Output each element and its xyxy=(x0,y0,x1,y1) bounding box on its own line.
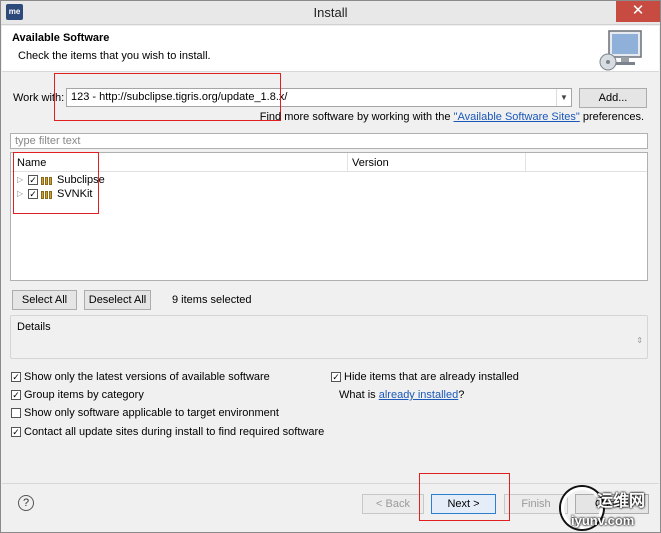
expand-arrow-icon[interactable]: ▷ xyxy=(17,189,23,198)
page-title: Available Software xyxy=(12,32,110,44)
available-sites-link[interactable]: "Available Software Sites" xyxy=(454,111,580,123)
contact-sites-checkbox[interactable]: ✓ xyxy=(11,427,21,437)
software-tree: Name Version ▷ ✓ Subclipse ▷ ✓ SVNKit xyxy=(10,152,648,281)
package-icon xyxy=(41,190,53,199)
option-label: Show only software applicable to target … xyxy=(24,407,279,419)
what-is-installed-text: What is already installed? xyxy=(339,389,464,401)
target-env-checkbox[interactable] xyxy=(11,408,21,418)
what-is-suffix: ? xyxy=(458,389,465,401)
help-icon[interactable]: ? xyxy=(18,495,34,511)
already-installed-link[interactable]: already installed xyxy=(379,389,459,401)
details-group: Details ⇕ xyxy=(10,315,648,359)
close-button[interactable]: ✕ xyxy=(616,1,660,22)
find-more-suffix: preferences. xyxy=(579,111,644,123)
scroll-arrows-icon[interactable]: ⇕ xyxy=(636,336,643,345)
column-name[interactable]: Name xyxy=(17,157,46,169)
window-title: Install xyxy=(313,5,348,20)
option-label: Hide items that are already installed xyxy=(344,371,519,383)
tree-item-label: SVNKit xyxy=(57,188,93,200)
add-site-button[interactable]: Add... xyxy=(579,88,647,108)
selection-count: 9 items selected xyxy=(172,294,252,306)
tree-item-label: Subclipse xyxy=(57,174,105,186)
deselect-all-button[interactable]: Deselect All xyxy=(84,290,151,310)
what-is-prefix: What is xyxy=(339,389,379,401)
option-label: Show only the latest versions of availab… xyxy=(24,371,270,383)
chevron-down-icon[interactable]: ▼ xyxy=(556,89,571,106)
expand-arrow-icon[interactable]: ▷ xyxy=(17,175,23,184)
latest-versions-checkbox[interactable]: ✓ xyxy=(11,372,21,382)
group-category-checkbox[interactable]: ✓ xyxy=(11,390,21,400)
column-divider xyxy=(347,153,348,171)
subclipse-checkbox[interactable]: ✓ xyxy=(28,175,38,185)
package-icon xyxy=(41,176,53,185)
select-all-button[interactable]: Select All xyxy=(12,290,77,310)
work-with-value: 123 - http://subclipse.tigris.org/update… xyxy=(71,91,288,103)
watermark-logo: 运维网 iyunv.com xyxy=(557,485,661,533)
option-label: Contact all update sites during install … xyxy=(24,426,325,438)
tree-header: Name Version xyxy=(11,153,647,172)
find-more-prefix: Find more software by working with the xyxy=(259,111,454,123)
next-button[interactable]: Next > xyxy=(431,494,496,514)
page-subtitle: Check the items that you wish to install… xyxy=(18,50,211,62)
work-with-combo[interactable]: 123 - http://subclipse.tigris.org/update… xyxy=(66,88,572,107)
column-divider xyxy=(525,153,526,171)
install-window: me Install ✕ Available Software Check th… xyxy=(0,0,661,533)
footer-divider xyxy=(2,483,659,484)
monitor-cd-icon xyxy=(599,30,642,71)
option-label: Group items by category xyxy=(24,389,144,401)
details-label: Details xyxy=(17,321,51,333)
work-with-label: Work with: xyxy=(13,92,65,104)
header-banner: Available Software Check the items that … xyxy=(2,26,659,72)
find-more-text: Find more software by working with the "… xyxy=(260,111,644,123)
column-version[interactable]: Version xyxy=(352,157,389,169)
svnkit-checkbox[interactable]: ✓ xyxy=(28,189,38,199)
back-button[interactable]: < Back xyxy=(362,494,424,514)
watermark-text: 运维网 xyxy=(597,493,646,510)
title-bar: me Install ✕ xyxy=(1,1,660,25)
hide-installed-checkbox[interactable]: ✓ xyxy=(331,372,341,382)
filter-input[interactable]: type filter text xyxy=(10,133,648,149)
watermark-url: iyunv.com xyxy=(571,513,635,528)
